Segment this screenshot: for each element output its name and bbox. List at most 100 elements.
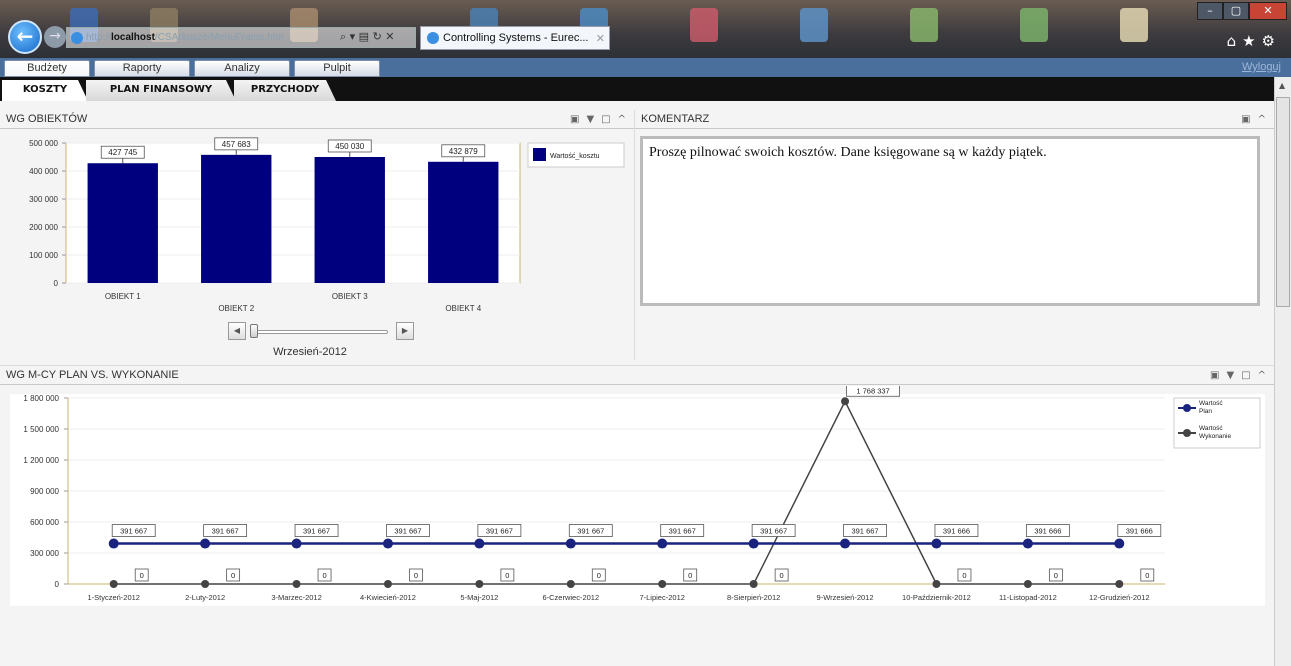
export-icon[interactable]: ▣ [1241,114,1250,125]
line-data-label: 391 667 [394,527,421,536]
line-data-label: 391 666 [943,527,970,536]
subtab-koszty[interactable]: KOSZTY [2,80,88,101]
subtab-plan-finansowy[interactable]: PLAN FINANSOWY [86,80,236,101]
line-data-label: 0 [962,571,966,580]
line-data-label: 0 [780,571,784,580]
line-point [291,538,302,549]
close-window-button[interactable]: ✕ [1249,2,1287,20]
line-x-label: 1-Styczeń-2012 [87,593,140,602]
line-data-label: 0 [1145,571,1149,580]
line-point [841,397,850,406]
line-x-label: 11-Listopad-2012 [999,593,1057,602]
line-point [658,580,667,588]
maximize-button[interactable]: ▢ [1223,2,1249,20]
bar-legend-label: Wartość_kosztu [550,153,600,160]
slider-right-button[interactable]: ▶ [396,322,414,340]
line-data-label: 391 667 [212,527,239,536]
maximize-panel-icon[interactable]: □ [1241,370,1250,381]
minimize-button[interactable]: – [1197,2,1223,20]
export-icon[interactable]: ▣ [1210,370,1219,381]
line-y-tick-label: 0 [55,580,60,589]
bar-x-label: OBIEKT 4 [445,304,481,313]
line-point [475,580,484,588]
export-icon[interactable]: ▣ [570,114,579,125]
logout-link[interactable]: Wyloguj [1242,61,1281,73]
back-button[interactable]: ← [8,20,42,54]
line-data-label: 0 [1054,571,1058,580]
line-y-tick-label: 600 000 [30,518,59,527]
line-legend-marker [1183,404,1191,412]
bar-y-tick-label: 200 000 [29,223,58,232]
gear-icon[interactable]: ⚙ [1262,32,1281,50]
bar-chart: 0 100 000 200 000 300 000 400 000 500 000 427 … [29,137,625,313]
line-point [657,538,668,549]
line-data-label: 0 [414,571,418,580]
address-buttons[interactable]: ⌕ ▾ ▤ ↻ ✕ [340,30,395,44]
collapse-icon[interactable]: ^ [1258,114,1266,125]
line-data-label: 391 667 [120,527,147,536]
line-x-label: 3-Marzec-2012 [271,593,321,602]
slider-track[interactable] [252,330,388,334]
menu-tab-analizy[interactable]: Analizy [194,60,290,77]
line-data-label: 0 [505,571,509,580]
line-data-label: 391 667 [577,527,604,536]
line-point [109,580,118,588]
scrollbar-thumb[interactable] [1276,97,1290,307]
line-x-label: 2-Luty-2012 [185,593,225,602]
scroll-up-icon[interactable]: ▲ [1279,81,1285,90]
line-point [1115,580,1124,588]
line-data-label: 0 [140,571,144,580]
collapse-icon[interactable]: ^ [618,114,626,125]
line-y-tick-label: 1 200 000 [23,456,59,465]
close-tab-icon[interactable]: ✕ [596,32,605,45]
line-point [292,580,301,588]
bar [87,163,158,283]
line-data-label: 0 [231,571,235,580]
bar [314,156,385,283]
menu-tab-pulpit[interactable]: Pulpit [294,60,380,77]
filter-icon[interactable]: ▼ [586,114,594,125]
line-point [748,538,759,549]
line-y-tick-label: 1 800 000 [23,394,59,403]
line-point [1114,538,1125,549]
maximize-panel-icon[interactable]: □ [601,114,610,125]
menu-tab-raporty[interactable]: Raporty [94,60,190,77]
page-scrollbar[interactable]: ▲ [1274,77,1291,666]
browser-tab[interactable]: Controlling Systems - Eurec... ✕ [420,26,610,50]
slider-label: Wrzesień-2012 [273,346,347,358]
line-point [201,580,210,588]
menu-tab-budzety[interactable]: Budżety [4,60,90,77]
subtab-przychody[interactable]: PRZYCHODY [234,80,336,101]
panel-comment-title: KOMENTARZ [641,113,710,125]
line-data-label: 391 667 [760,527,787,536]
line-y-tick-label: 1 500 000 [23,425,59,434]
line-data-label: 391 667 [303,527,330,536]
line-data-label: 391 667 [486,527,513,536]
line-legend-marker [1183,429,1191,437]
favorites-star-icon[interactable]: ★ [1242,32,1261,50]
line-point [108,538,119,549]
line-point [474,538,485,549]
bar-x-label: OBIEKT 3 [332,292,368,301]
comment-text[interactable]: Proszę pilnować swoich kosztów. Dane ksi… [640,136,1260,306]
month-slider[interactable]: ◀ ▶ [228,322,414,340]
address-host: localhost [111,32,155,43]
address-path: /CSArkusze/MenuFrame.htm [154,32,284,43]
line-data-label: 391 666 [1034,527,1061,536]
collapse-icon[interactable]: ^ [1258,370,1266,381]
home-icon[interactable]: ⌂ [1227,32,1243,50]
slider-knob[interactable] [250,324,258,338]
bar-data-label: 432 879 [449,147,478,156]
slider-left-button[interactable]: ◀ [228,322,246,340]
bar-y-tick-label: 0 [54,279,59,288]
line-chart-bg [10,394,1265,606]
bar-y-tick-label: 300 000 [29,195,58,204]
forward-button[interactable]: → [44,26,66,48]
filter-icon[interactable]: ▼ [1226,370,1234,381]
line-chart: 0 300 000 600 000 900 000 1 200 000 1 500 000… [10,386,1265,606]
ie-icon [71,31,83,44]
main-menu-bar: Budżety Raporty Analizy Pulpit [0,58,1291,77]
line-point [383,580,392,588]
line-x-label: 4-Kwiecień-2012 [360,593,416,602]
line-point [932,580,941,588]
